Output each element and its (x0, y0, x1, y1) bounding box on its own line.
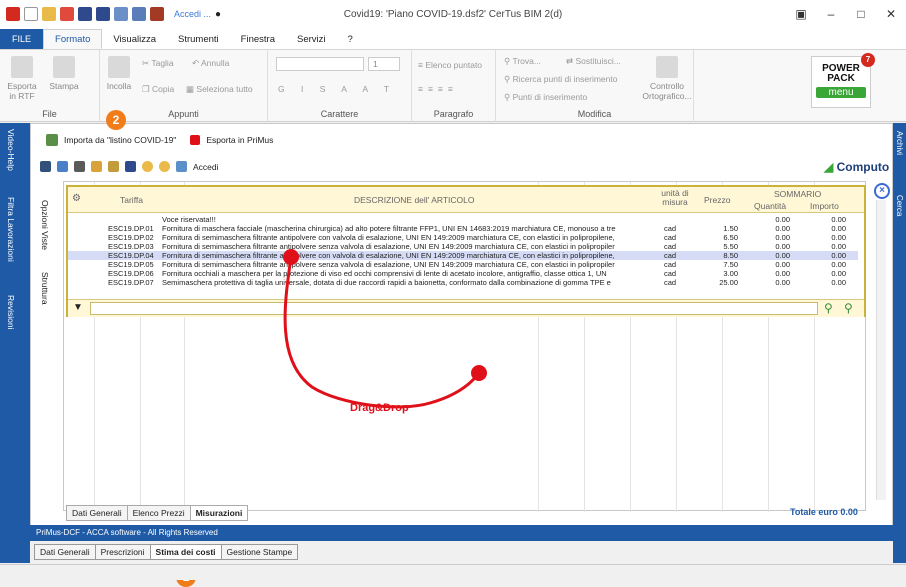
drag-drop-label: Drag&Drop (350, 402, 409, 414)
status-bar (0, 564, 906, 580)
step-marker-2: 2 (106, 110, 126, 130)
bottom-tab-gestione-stampe[interactable]: Gestione Stampe (220, 544, 299, 560)
bottom-tab-prescrizioni[interactable]: Prescrizioni (94, 544, 151, 560)
tab-dati-generali[interactable]: Dati Generali (66, 505, 128, 521)
tab-elenco-prezzi[interactable]: Elenco Prezzi (126, 505, 191, 521)
bottom-tab-dati-generali[interactable]: Dati Generali (34, 544, 96, 560)
total-label: Totale euro 0.00 (790, 507, 858, 517)
grid-tabs: Dati Generali Elenco Prezzi Misurazioni (66, 505, 249, 521)
drag-drop-annotation (283, 249, 487, 409)
bottom-tab-stima-costi[interactable]: Stima dei costi (149, 544, 222, 560)
tab-misurazioni[interactable]: Misurazioni (189, 505, 249, 521)
copyright-bar: PriMus-DCF - ACCA software - All Rights … (30, 525, 893, 541)
bottom-tabs: Dati Generali Prescrizioni Stima dei cos… (34, 544, 299, 560)
